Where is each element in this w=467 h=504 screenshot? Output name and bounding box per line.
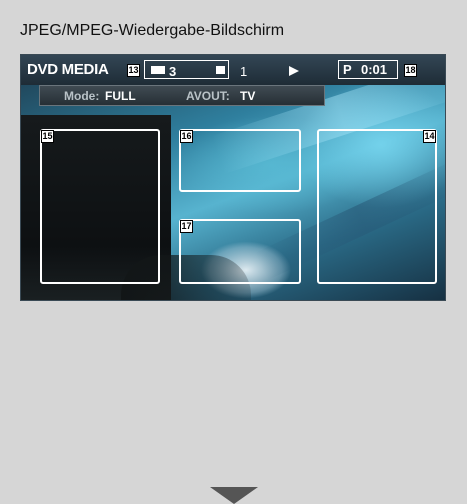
playback-screen: DVD MEDIA 13 3 1 P 0:01 18 Mode: FULL AV… [20,54,446,301]
mode-label: Mode: [64,89,100,103]
file-number: 1 [240,64,248,79]
mode-value: FULL [105,89,136,103]
continue-down-arrow-icon [210,487,258,504]
touch-zone-top-center[interactable]: 16 [179,129,301,192]
avout-label: AVOUT: [186,89,230,103]
folder-icon [151,66,165,74]
callout-zone-left: 15 [41,130,54,143]
folder-end-icon [216,66,225,74]
callout-zone-bottom-center: 17 [180,220,193,233]
touch-zone-bottom-center[interactable]: 17 [179,219,301,284]
play-icon [289,66,299,76]
page-heading: JPEG/MPEG-Wiedergabe-Bildschirm [20,22,285,39]
callout-folder: 13 [127,64,140,77]
callout-zone-top-center: 16 [180,130,193,143]
status-bar: DVD MEDIA 13 3 1 P 0:01 18 [21,55,445,85]
avout-value: TV [240,89,256,103]
manual-page: JPEG/MPEG-Wiedergabe-Bildschirm DVD MEDI… [0,0,467,504]
callout-zone-right: 14 [423,130,436,143]
touch-zone-right[interactable]: 14 [317,129,437,284]
p-label: P [343,62,352,77]
folder-number: 3 [169,64,177,79]
source-title: DVD MEDIA [27,61,109,78]
mode-bar: Mode: FULL AVOUT: TV [39,85,325,106]
play-time: 0:01 [361,62,388,77]
touch-zone-left[interactable]: 15 [40,129,160,284]
callout-time: 18 [404,64,417,77]
